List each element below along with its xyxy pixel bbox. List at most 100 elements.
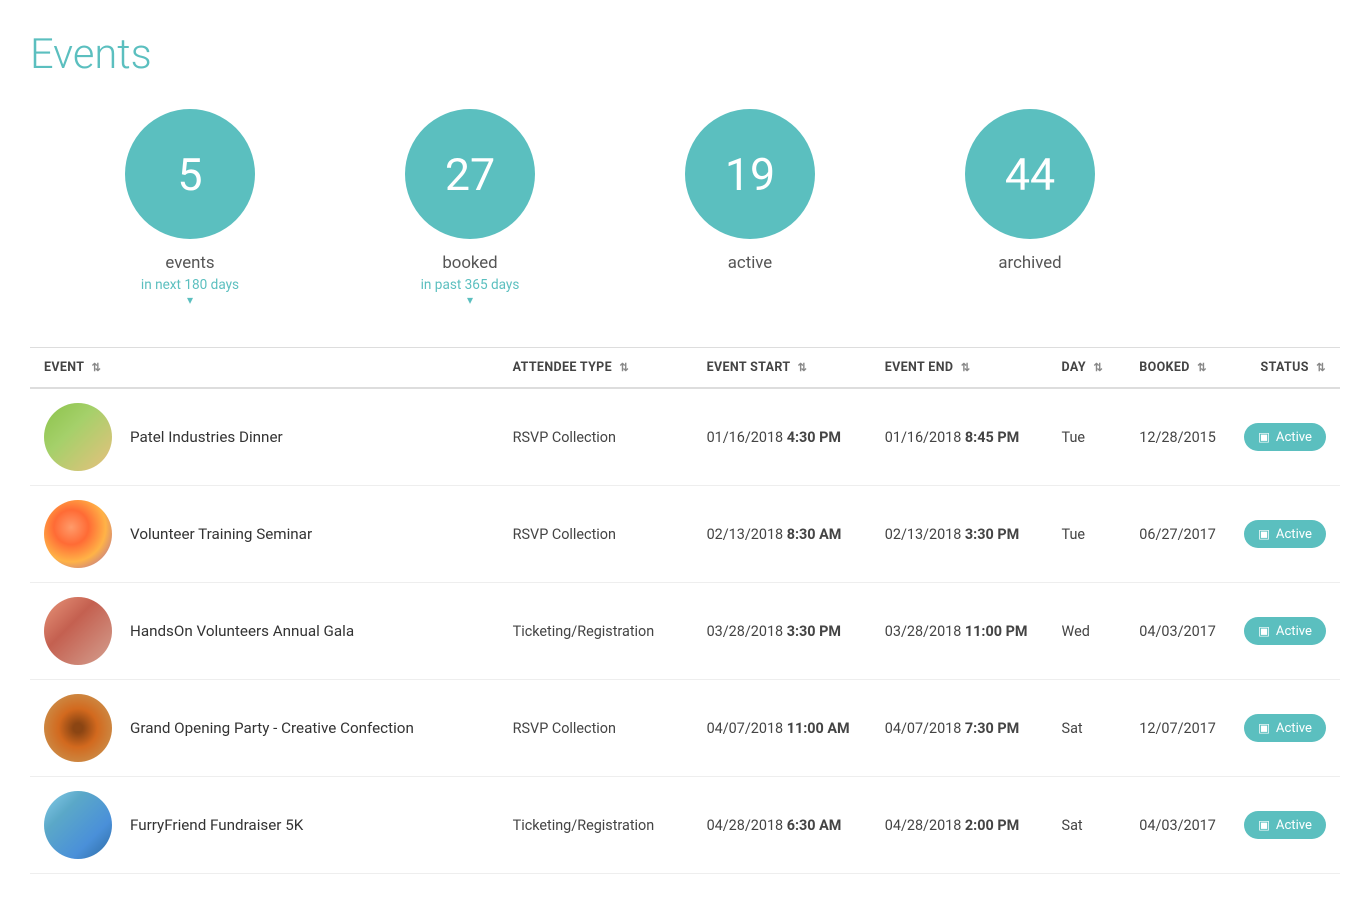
stat-label-2: active bbox=[610, 253, 890, 273]
cell-status-0: ▣ Active bbox=[1230, 388, 1340, 486]
cell-day-3: Sat bbox=[1048, 680, 1126, 777]
sort-icon-day: ⇅ bbox=[1093, 361, 1103, 374]
sort-icon-attendee: ⇅ bbox=[619, 361, 629, 374]
col-label-status: STATUS bbox=[1261, 360, 1309, 375]
stat-number-1: 27 bbox=[405, 148, 535, 201]
cell-booked-1: 06/27/2017 bbox=[1125, 486, 1230, 583]
stat-booked: 27 booked in past 365 days bbox=[330, 109, 610, 307]
active-icon-0: ▣ bbox=[1258, 429, 1270, 445]
stat-label-0: events bbox=[50, 253, 330, 273]
col-header-start[interactable]: EVENT START ⇅ bbox=[693, 348, 871, 389]
cell-day-1: Tue bbox=[1048, 486, 1126, 583]
cell-status-3: ▣ Active bbox=[1230, 680, 1340, 777]
cell-event-0: Patel Industries Dinner bbox=[30, 388, 499, 486]
stat-label-1: booked bbox=[330, 253, 610, 273]
status-label-4: Active bbox=[1276, 818, 1312, 833]
sort-icon-start: ⇅ bbox=[798, 361, 808, 374]
status-badge-2[interactable]: ▣ Active bbox=[1244, 617, 1326, 645]
event-name-2: HandsOn Volunteers Annual Gala bbox=[130, 622, 354, 640]
col-header-booked[interactable]: BOOKED ⇅ bbox=[1125, 348, 1230, 389]
sort-icon-status: ⇅ bbox=[1316, 361, 1326, 374]
col-label-event: EVENT bbox=[44, 360, 84, 375]
col-label-day: DAY bbox=[1062, 360, 1086, 375]
event-thumbnail-2 bbox=[44, 597, 112, 665]
stat-events: 5 events in next 180 days bbox=[50, 109, 330, 307]
status-badge-3[interactable]: ▣ Active bbox=[1244, 714, 1326, 742]
stat-sublabel-0[interactable]: in next 180 days bbox=[50, 277, 330, 307]
page-title: Events bbox=[30, 30, 1340, 79]
event-name-0: Patel Industries Dinner bbox=[130, 428, 283, 446]
col-label-start: EVENT START bbox=[707, 360, 791, 375]
cell-attendee-3: RSVP Collection bbox=[499, 680, 693, 777]
sort-icon-event: ⇅ bbox=[92, 361, 102, 374]
active-icon-3: ▣ bbox=[1258, 720, 1270, 736]
col-label-booked: BOOKED bbox=[1139, 360, 1189, 375]
active-icon-2: ▣ bbox=[1258, 623, 1270, 639]
active-icon-4: ▣ bbox=[1258, 817, 1270, 833]
cell-booked-2: 04/03/2017 bbox=[1125, 583, 1230, 680]
cell-event-2: HandsOn Volunteers Annual Gala bbox=[30, 583, 499, 680]
cell-attendee-2: Ticketing/Registration bbox=[499, 583, 693, 680]
cell-day-4: Sat bbox=[1048, 777, 1126, 874]
cell-status-1: ▣ Active bbox=[1230, 486, 1340, 583]
stat-number-2: 19 bbox=[685, 148, 815, 201]
table-row[interactable]: Grand Opening Party - Creative Confectio… bbox=[30, 680, 1340, 777]
event-name-3: Grand Opening Party - Creative Confectio… bbox=[130, 719, 414, 737]
event-thumbnail-0 bbox=[44, 403, 112, 471]
table-row[interactable]: HandsOn Volunteers Annual Gala Ticketing… bbox=[30, 583, 1340, 680]
stats-row: 5 events in next 180 days 27 booked in p… bbox=[30, 109, 1340, 307]
cell-start-0: 01/16/2018 4:30 PM bbox=[693, 388, 871, 486]
cell-start-1: 02/13/2018 8:30 AM bbox=[693, 486, 871, 583]
status-label-3: Active bbox=[1276, 721, 1312, 736]
col-header-day[interactable]: DAY ⇅ bbox=[1048, 348, 1126, 389]
cell-event-4: FurryFriend Fundraiser 5K bbox=[30, 777, 499, 874]
stat-sublabel-1[interactable]: in past 365 days bbox=[330, 277, 610, 307]
cell-end-1: 02/13/2018 3:30 PM bbox=[871, 486, 1048, 583]
cell-end-4: 04/28/2018 2:00 PM bbox=[871, 777, 1048, 874]
status-label-1: Active bbox=[1276, 527, 1312, 542]
event-name-1: Volunteer Training Seminar bbox=[130, 525, 312, 543]
cell-attendee-1: RSVP Collection bbox=[499, 486, 693, 583]
cell-day-2: Wed bbox=[1048, 583, 1126, 680]
col-header-end[interactable]: EVENT END ⇅ bbox=[871, 348, 1048, 389]
cell-booked-4: 04/03/2017 bbox=[1125, 777, 1230, 874]
event-thumbnail-4 bbox=[44, 791, 112, 859]
event-name-4: FurryFriend Fundraiser 5K bbox=[130, 816, 303, 834]
cell-end-3: 04/07/2018 7:30 PM bbox=[871, 680, 1048, 777]
cell-booked-0: 12/28/2015 bbox=[1125, 388, 1230, 486]
cell-booked-3: 12/07/2017 bbox=[1125, 680, 1230, 777]
cell-status-2: ▣ Active bbox=[1230, 583, 1340, 680]
stat-number-3: 44 bbox=[965, 148, 1095, 201]
stat-archived: 44 archived bbox=[890, 109, 1170, 307]
col-label-end: EVENT END bbox=[885, 360, 954, 375]
col-header-attendee[interactable]: ATTENDEE TYPE ⇅ bbox=[499, 348, 693, 389]
status-badge-1[interactable]: ▣ Active bbox=[1244, 520, 1326, 548]
cell-attendee-0: RSVP Collection bbox=[499, 388, 693, 486]
cell-start-3: 04/07/2018 11:00 AM bbox=[693, 680, 871, 777]
col-label-attendee: ATTENDEE TYPE bbox=[513, 360, 612, 375]
stat-number-0: 5 bbox=[125, 148, 255, 201]
table-row[interactable]: FurryFriend Fundraiser 5K Ticketing/Regi… bbox=[30, 777, 1340, 874]
events-table: EVENT ⇅ ATTENDEE TYPE ⇅ EVENT START ⇅ EV… bbox=[30, 347, 1340, 874]
cell-event-1: Volunteer Training Seminar bbox=[30, 486, 499, 583]
table-row[interactable]: Volunteer Training Seminar RSVP Collecti… bbox=[30, 486, 1340, 583]
col-header-status[interactable]: STATUS ⇅ bbox=[1230, 348, 1340, 389]
cell-event-3: Grand Opening Party - Creative Confectio… bbox=[30, 680, 499, 777]
sort-icon-end: ⇅ bbox=[961, 361, 971, 374]
status-badge-4[interactable]: ▣ Active bbox=[1244, 811, 1326, 839]
col-header-event[interactable]: EVENT ⇅ bbox=[30, 348, 499, 389]
cell-end-0: 01/16/2018 8:45 PM bbox=[871, 388, 1048, 486]
cell-start-2: 03/28/2018 3:30 PM bbox=[693, 583, 871, 680]
cell-end-2: 03/28/2018 11:00 PM bbox=[871, 583, 1048, 680]
stat-active: 19 active bbox=[610, 109, 890, 307]
event-thumbnail-1 bbox=[44, 500, 112, 568]
stat-label-3: archived bbox=[890, 253, 1170, 273]
status-badge-0[interactable]: ▣ Active bbox=[1244, 423, 1326, 451]
cell-attendee-4: Ticketing/Registration bbox=[499, 777, 693, 874]
event-thumbnail-3 bbox=[44, 694, 112, 762]
active-icon-1: ▣ bbox=[1258, 526, 1270, 542]
sort-icon-booked: ⇅ bbox=[1197, 361, 1207, 374]
status-label-0: Active bbox=[1276, 430, 1312, 445]
table-row[interactable]: Patel Industries Dinner RSVP Collection … bbox=[30, 388, 1340, 486]
cell-status-4: ▣ Active bbox=[1230, 777, 1340, 874]
